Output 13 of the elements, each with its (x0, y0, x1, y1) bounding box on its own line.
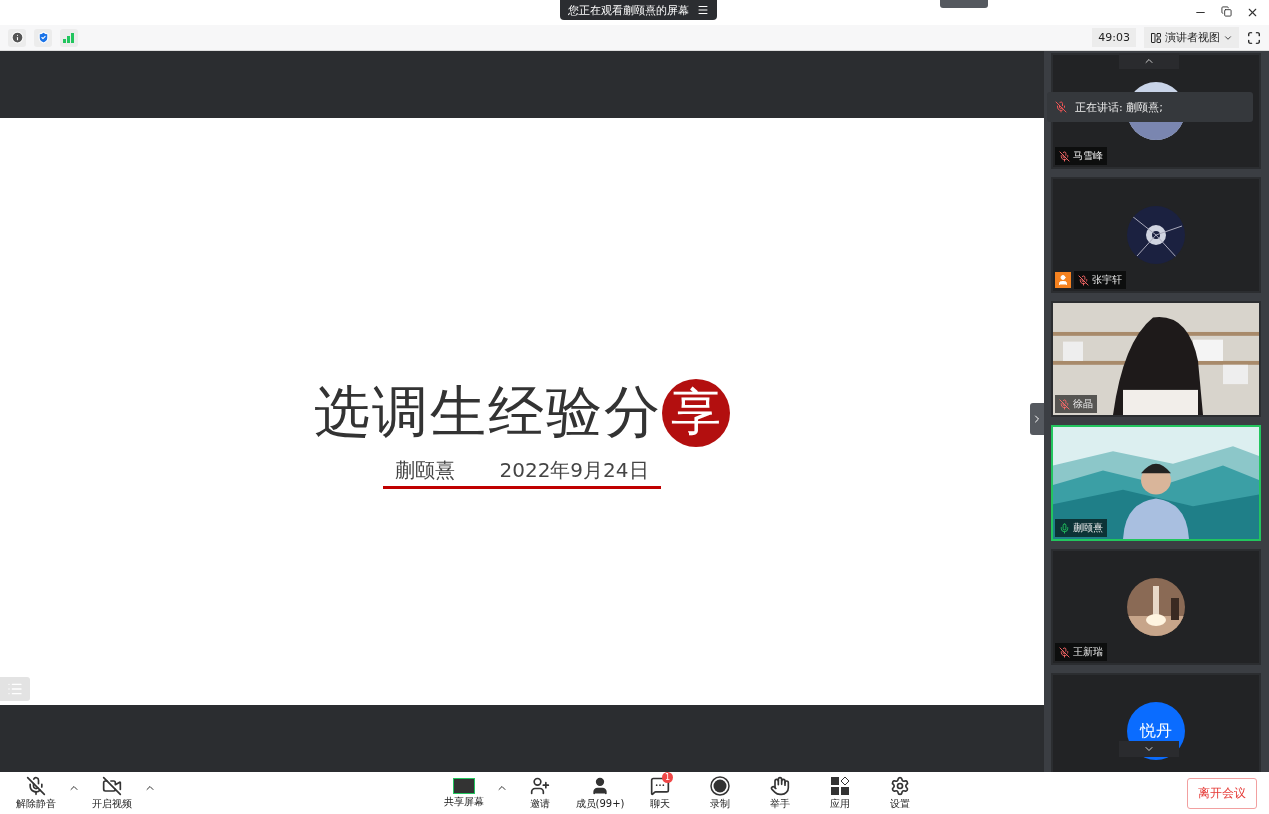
presenter-name: 蒯颐熹 (395, 456, 456, 484)
name-tag: 马雪峰 (1055, 147, 1107, 165)
title-seal: 享 (662, 378, 730, 447)
slide-title: 选调生经验分 (314, 377, 662, 446)
name-tag: 张宇轩 (1074, 271, 1126, 289)
speaking-text: 正在讲话: 蒯颐熹; (1075, 99, 1163, 115)
unread-badge: 1 (662, 771, 673, 783)
slide-date: 2022年9月24日 (499, 456, 649, 484)
meeting-timer: 49:03 (1092, 28, 1136, 47)
name-tag: 蒯颐熹 (1055, 519, 1107, 537)
banner-text: 您正在观看蒯颐熹的屏幕 (568, 2, 689, 18)
name-tag: 徐晶 (1055, 395, 1097, 413)
name-tag: 王新瑞 (1055, 643, 1107, 661)
